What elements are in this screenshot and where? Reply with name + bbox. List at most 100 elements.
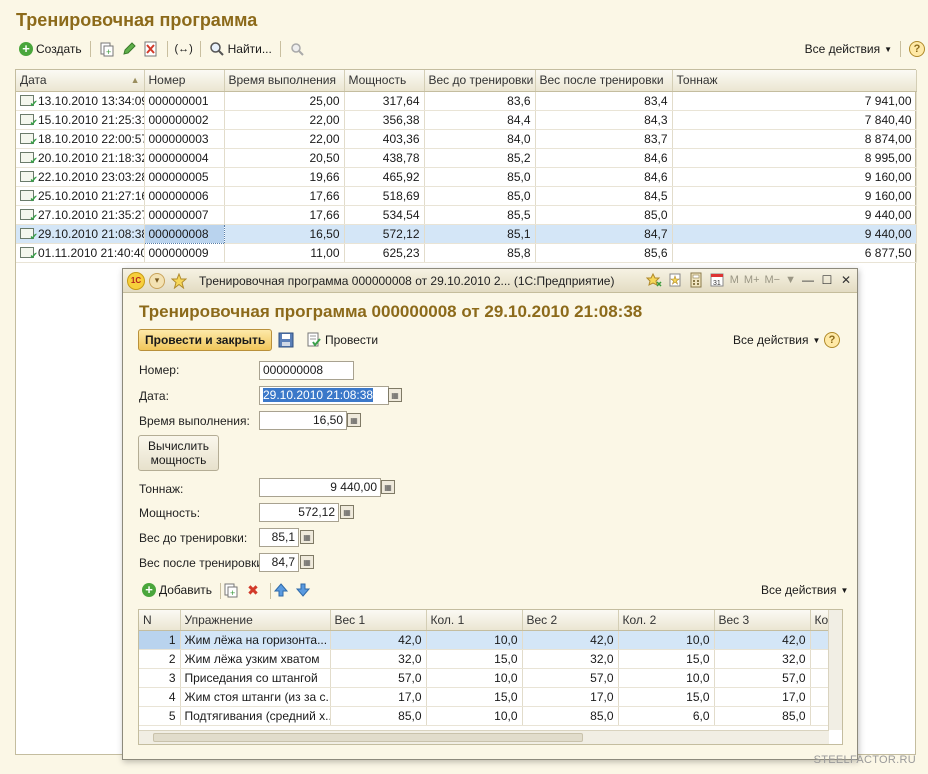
minimize-icon[interactable]: — [801,273,815,287]
1c-logo-icon[interactable]: 1С [127,271,145,290]
toolbar-separator [270,583,271,599]
calculator-icon[interactable]: ▦ [340,505,354,519]
calculate-power-button[interactable]: Вычислить мощность [138,435,219,471]
calculator-icon[interactable]: ▦ [300,555,314,569]
post-button[interactable]: Провести [303,330,381,350]
favorite-star-icon[interactable] [171,272,187,289]
edit-button[interactable] [118,39,140,59]
column-header-label: Номер [148,73,186,88]
table-row[interactable]: 20.10.2010 21:18:32 000000004 20,50 438,78 8… [16,148,917,168]
column-header[interactable]: N [139,610,181,631]
table-row[interactable]: 13.10.2010 13:34:09 000000001 25,00 317,64 8… [16,91,917,111]
column-header[interactable]: Номер [144,70,225,92]
save-icon[interactable] [278,332,294,348]
column-header[interactable]: Вес до тренировки [424,70,536,92]
table-row[interactable]: 2 Жим лёжа узким хватом 32,0 15,0 32,0 15,0 32… [139,649,830,669]
power-field[interactable]: 572,12 [259,503,339,522]
toolbar-separator [900,41,901,57]
table-row[interactable]: 27.10.2010 21:35:27 000000007 17,66 534,54 8… [16,205,917,225]
create-button[interactable]: + Создать [16,39,85,59]
memory-minus-button[interactable]: M− [765,274,781,286]
column-header[interactable]: Упражнение [180,610,331,631]
memory-m-button[interactable]: M [730,274,739,286]
date-picker-icon[interactable]: ▦ [388,388,402,402]
weight-before-field[interactable]: 85,1 [259,528,299,547]
post-and-close-button[interactable]: Провести и закрыть [138,329,273,351]
calculate-power-label-1: Вычислить [147,439,210,453]
cancel-search-button[interactable] [286,39,308,59]
vertical-scrollbar[interactable] [828,610,842,730]
cell-number: 000000005 [144,167,225,187]
table-row[interactable]: 25.10.2010 21:27:16 000000006 17,66 518,69 8… [16,186,917,206]
delete-mark-button[interactable] [140,39,162,59]
close-icon[interactable]: ✕ [839,273,853,287]
table-row[interactable]: 18.10.2010 22:00:57 000000003 22,00 403,36 8… [16,129,917,149]
column-header-label: Мощность [348,73,407,88]
number-field[interactable]: 000000008 [259,361,354,380]
column-header[interactable]: Вес 1 [330,610,427,631]
column-header[interactable]: Кол. 2 [618,610,715,631]
column-header[interactable]: Мощность [344,70,425,92]
column-header[interactable]: Дата ▲ [16,70,145,92]
add-favorite-icon[interactable] [645,272,662,288]
column-header[interactable]: Тоннаж [672,70,917,92]
column-header[interactable]: Вес 2 [522,610,619,631]
cell-w3: 32,0 [714,649,811,669]
table-row[interactable]: 29.10.2010 21:08:38 000000008 16,50 572,12 8… [16,223,917,244]
table-row[interactable]: 22.10.2010 23:03:28 000000005 19,66 465,92 8… [16,167,917,187]
cell-value: 27.10.2010 21:35:27 [38,207,144,222]
dialog-help-button[interactable]: ? [821,330,843,350]
column-header[interactable]: Ко [810,610,830,631]
table-row[interactable]: 5 Подтягивания (средний х... 85,0 10,0 85,0 6… [139,706,830,726]
help-button[interactable]: ? [906,39,928,59]
column-header[interactable]: Кол. 1 [426,610,523,631]
sort-ascending-icon[interactable]: ▲ [131,75,140,85]
delete-row-icon[interactable]: ✖ [245,582,261,598]
titlebar-dropdown-icon[interactable]: ▼ [785,274,796,286]
scrollbar-thumb[interactable] [153,733,583,742]
dialog-all-actions-button[interactable]: Все действия ▼ [730,330,823,350]
date-field[interactable]: 29.10.2010 21:08:38 [259,386,389,405]
move-up-icon[interactable] [273,582,289,598]
cell-power: 625,23 [344,243,425,263]
table-row[interactable]: 15.10.2010 21:25:31 000000002 22,00 356,38 8… [16,110,917,130]
cell-time: 19,66 [224,167,345,187]
calculator-icon[interactable]: ▦ [300,530,314,544]
all-actions-button[interactable]: Все действия ▼ [802,39,895,59]
calculator-icon[interactable] [688,272,704,288]
add-row-button[interactable]: + Добавить [139,580,215,600]
window-titlebar[interactable]: 1С ▾ Тренировочная программа 000000008 о… [123,269,857,293]
horizontal-scrollbar[interactable] [139,730,829,744]
calculator-icon[interactable]: ▦ [381,480,395,494]
column-header[interactable]: Вес после тренировки [535,70,673,92]
column-header[interactable]: Время выполнения [224,70,345,92]
weight-after-field[interactable]: 84,7 [259,553,299,572]
bookmark-icon[interactable] [667,272,683,288]
calculator-icon[interactable]: ▦ [347,413,361,427]
time-field[interactable]: 16,50 [259,411,347,430]
cell-c2: 6,0 [618,706,715,726]
copy-button[interactable]: + [96,39,118,59]
table-row[interactable]: 3 Приседания со штангой 57,0 10,0 57,0 10,0 57… [139,668,830,688]
table-all-actions-button[interactable]: Все действия ▼ [758,580,851,600]
table-row[interactable]: 4 Жим стоя штанги (из за с... 17,0 15,0 17,0… [139,687,830,707]
memory-plus-button[interactable]: M+ [744,274,760,286]
post-toggle-button[interactable]: (↔) [173,39,195,59]
cell-before: 84,4 [424,110,536,130]
table-row[interactable]: 01.11.2010 21:40:40 000000009 11,00 625,23 8… [16,243,917,263]
cell-n: 3 [139,668,181,688]
date-value: 29.10.2010 21:08:38 [263,388,374,402]
menu-chevron-icon[interactable]: ▾ [149,272,165,289]
tonnage-field[interactable]: 9 440,00 [259,478,381,497]
documents-table: Дата ▲ Номер Время выполнения Мощность Вес до… [16,70,917,263]
copy-row-icon[interactable]: + [223,582,239,598]
cell-value: 84,5 [644,188,668,203]
table-row[interactable]: 1 Жим лёжа на горизонта... 42,0 10,0 42,0 10,… [139,630,830,650]
maximize-icon[interactable]: ☐ [820,273,834,287]
calendar-icon[interactable]: 31 [709,272,725,288]
find-button[interactable]: Найти... [206,39,275,59]
exercises-table-wrap[interactable]: N Упражнение Вес 1 Кол. 1 Вес 2 Кол. 2 Вес 3 Ко… [138,609,843,745]
power-label: Мощность: [139,506,201,520]
move-down-icon[interactable] [295,582,311,598]
column-header[interactable]: Вес 3 [714,610,811,631]
